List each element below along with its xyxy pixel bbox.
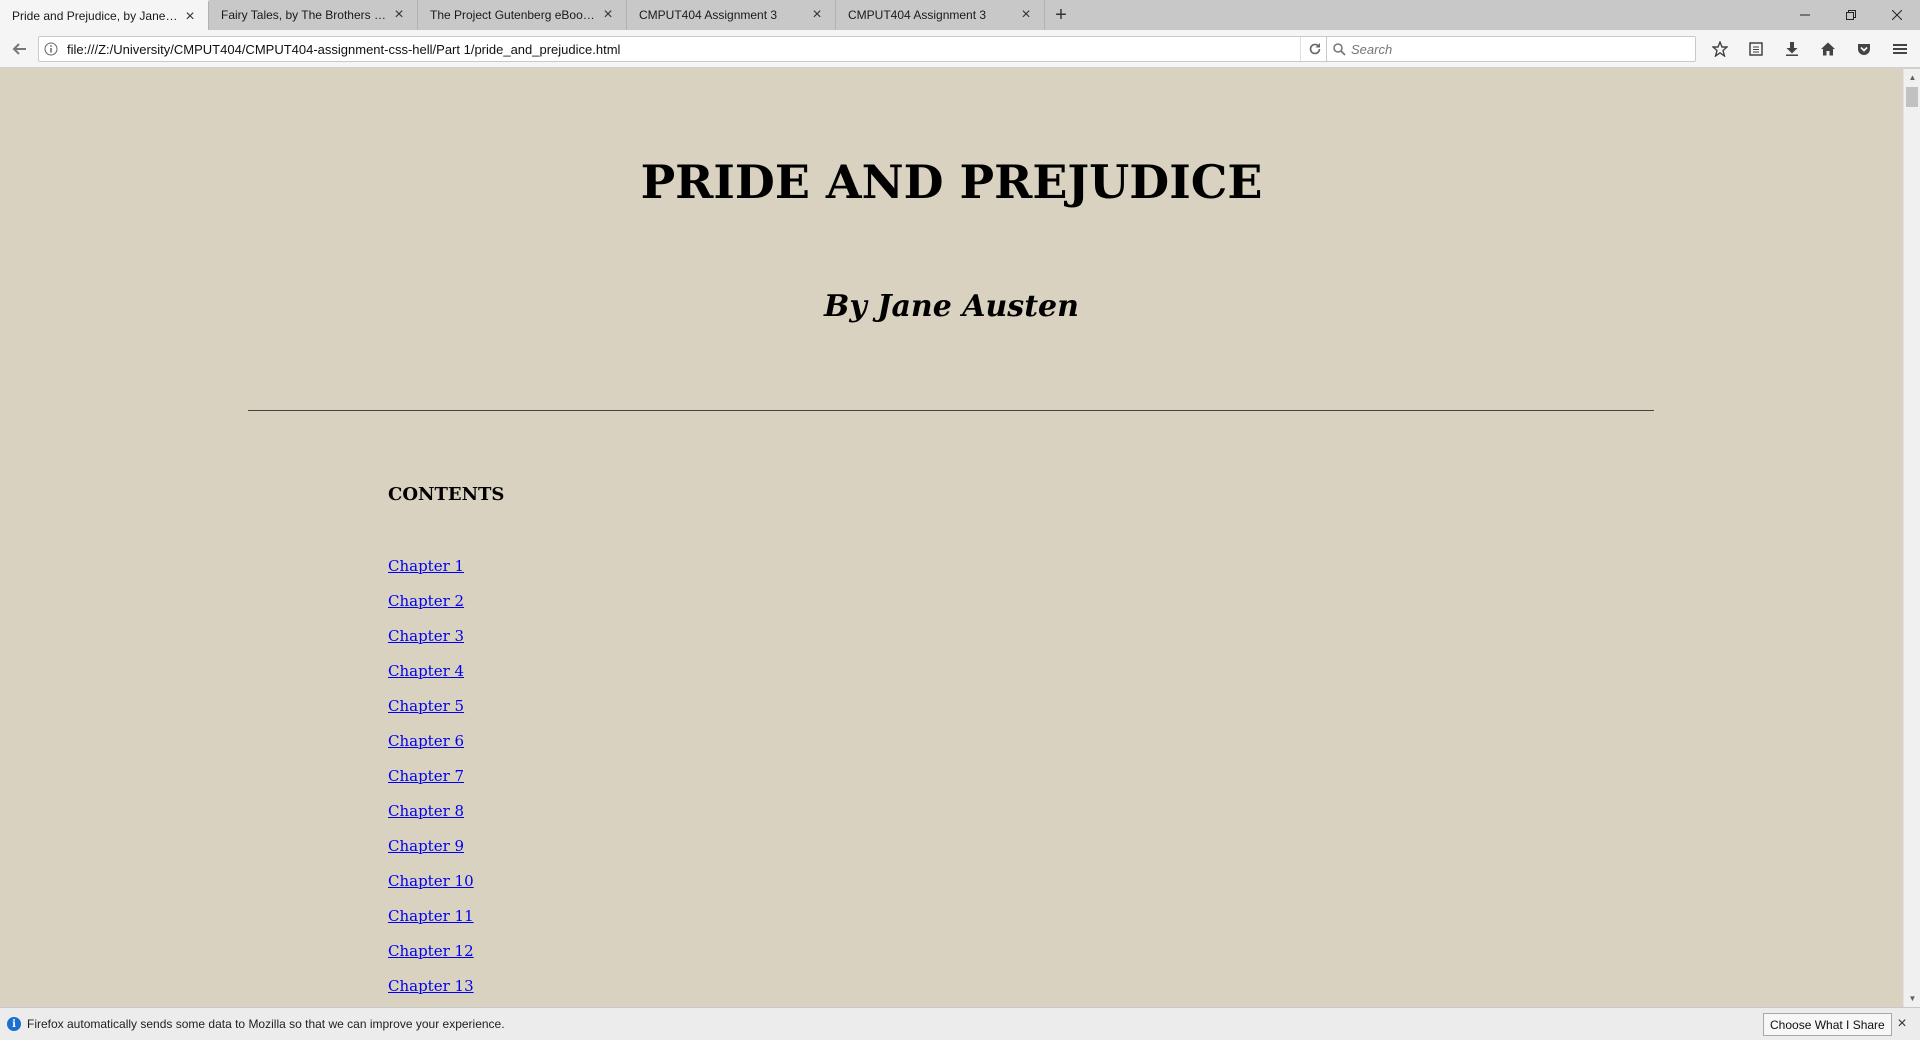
toolbar-buttons <box>1702 35 1918 63</box>
tab-cmput404-assignment-3[interactable]: CMPUT404 Assignment 3 × <box>627 0 836 30</box>
scrollbar-thumb[interactable] <box>1906 87 1918 107</box>
restore-icon[interactable] <box>1828 0 1874 30</box>
tab-label: Fairy Tales, by The Brothers Gr... <box>221 8 387 22</box>
new-tab-plus-icon[interactable]: + <box>1045 0 1077 30</box>
book-title: PRIDE AND PREJUDICE <box>640 155 1263 209</box>
list-item: Chapter 9 <box>388 835 474 870</box>
notification-bar: i Firefox automatically sends some data … <box>0 1007 1920 1040</box>
tab-strip: Pride and Prejudice, by Jane A... × Fair… <box>0 0 1920 30</box>
choose-what-i-share-button[interactable]: Choose What I Share <box>1763 1013 1892 1036</box>
bookmark-star-icon[interactable] <box>1702 35 1738 63</box>
close-tab-icon[interactable]: × <box>391 7 407 23</box>
list-item: Chapter 2 <box>388 590 474 625</box>
notification-message: Firefox automatically sends some data to… <box>27 1017 505 1031</box>
chapter-link[interactable]: Chapter 2 <box>388 592 464 610</box>
tab-label: Pride and Prejudice, by Jane A... <box>12 9 178 23</box>
tab-label: CMPUT404 Assignment 3 <box>639 8 778 22</box>
search-input[interactable] <box>1351 41 1695 57</box>
navigation-toolbar: file:///Z:/University/CMPUT404/CMPUT404-… <box>0 30 1920 68</box>
chapter-link[interactable]: Chapter 6 <box>388 732 464 750</box>
chapter-link[interactable]: Chapter 10 <box>388 872 474 890</box>
chapter-link[interactable]: Chapter 8 <box>388 802 464 820</box>
list-item: Chapter 7 <box>388 765 474 800</box>
tab-pride-and-prejudice[interactable]: Pride and Prejudice, by Jane A... × <box>0 0 209 30</box>
list-item: Chapter 8 <box>388 800 474 835</box>
chapter-link[interactable]: Chapter 13 <box>388 977 474 995</box>
list-item: Chapter 13 <box>388 975 474 1007</box>
search-icon <box>1327 37 1351 61</box>
reload-icon[interactable] <box>1300 37 1328 61</box>
horizontal-rule <box>248 410 1654 411</box>
chapter-link[interactable]: Chapter 11 <box>388 907 474 925</box>
list-item: Chapter 11 <box>388 905 474 940</box>
window-controls <box>1782 0 1920 30</box>
chapter-link[interactable]: Chapter 7 <box>388 767 464 785</box>
download-icon[interactable] <box>1774 35 1810 63</box>
chapter-list: Chapter 1 Chapter 2 Chapter 3 Chapter 4 … <box>388 555 474 1007</box>
book-author: By Jane Austen <box>824 289 1079 324</box>
tab-project-gutenberg[interactable]: The Project Gutenberg eBook ... × <box>418 0 627 30</box>
close-tab-icon[interactable]: × <box>1018 7 1034 23</box>
info-icon: i <box>7 1017 21 1031</box>
contents-heading: CONTENTS <box>388 484 505 505</box>
url-bar[interactable]: file:///Z:/University/CMPUT404/CMPUT404-… <box>38 36 1329 62</box>
list-item: Chapter 4 <box>388 660 474 695</box>
close-tab-icon[interactable]: × <box>809 7 825 23</box>
vertical-scrollbar[interactable]: ▲ ▼ <box>1903 69 1920 1007</box>
close-notification-icon[interactable]: × <box>1894 1016 1910 1032</box>
reading-list-icon[interactable] <box>1738 35 1774 63</box>
minimize-icon[interactable] <box>1782 0 1828 30</box>
hamburger-menu-icon[interactable] <box>1882 35 1918 63</box>
search-bar[interactable] <box>1326 36 1696 62</box>
chapter-link[interactable]: Chapter 9 <box>388 837 464 855</box>
list-item: Chapter 1 <box>388 555 474 590</box>
list-item: Chapter 6 <box>388 730 474 765</box>
scroll-up-arrow-icon[interactable]: ▲ <box>1904 69 1920 86</box>
tab-label: The Project Gutenberg eBook ... <box>430 8 596 22</box>
tab-fairy-tales[interactable]: Fairy Tales, by The Brothers Gr... × <box>209 0 418 30</box>
chapter-link[interactable]: Chapter 1 <box>388 557 464 575</box>
scroll-down-arrow-icon[interactable]: ▼ <box>1904 990 1920 1007</box>
home-icon[interactable] <box>1810 35 1846 63</box>
chapter-link[interactable]: Chapter 5 <box>388 697 464 715</box>
close-tab-icon[interactable]: × <box>600 7 616 23</box>
list-item: Chapter 5 <box>388 695 474 730</box>
list-item: Chapter 12 <box>388 940 474 975</box>
page-viewport: PRIDE AND PREJUDICE By Jane Austen CONTE… <box>0 69 1903 1007</box>
list-item: Chapter 3 <box>388 625 474 660</box>
back-arrow-icon[interactable] <box>6 35 34 63</box>
url-text[interactable]: file:///Z:/University/CMPUT404/CMPUT404-… <box>63 42 1300 57</box>
pocket-icon[interactable] <box>1846 35 1882 63</box>
close-tab-icon[interactable]: × <box>182 9 198 25</box>
tab-cmput404-assignment-3-second[interactable]: CMPUT404 Assignment 3 × <box>836 0 1045 30</box>
list-item: Chapter 10 <box>388 870 474 905</box>
tab-label: CMPUT404 Assignment 3 <box>848 8 987 22</box>
chapter-link[interactable]: Chapter 12 <box>388 942 474 960</box>
chapter-link[interactable]: Chapter 3 <box>388 627 464 645</box>
site-info-icon[interactable] <box>39 37 63 61</box>
close-window-icon[interactable] <box>1874 0 1920 30</box>
chapter-link[interactable]: Chapter 4 <box>388 662 464 680</box>
